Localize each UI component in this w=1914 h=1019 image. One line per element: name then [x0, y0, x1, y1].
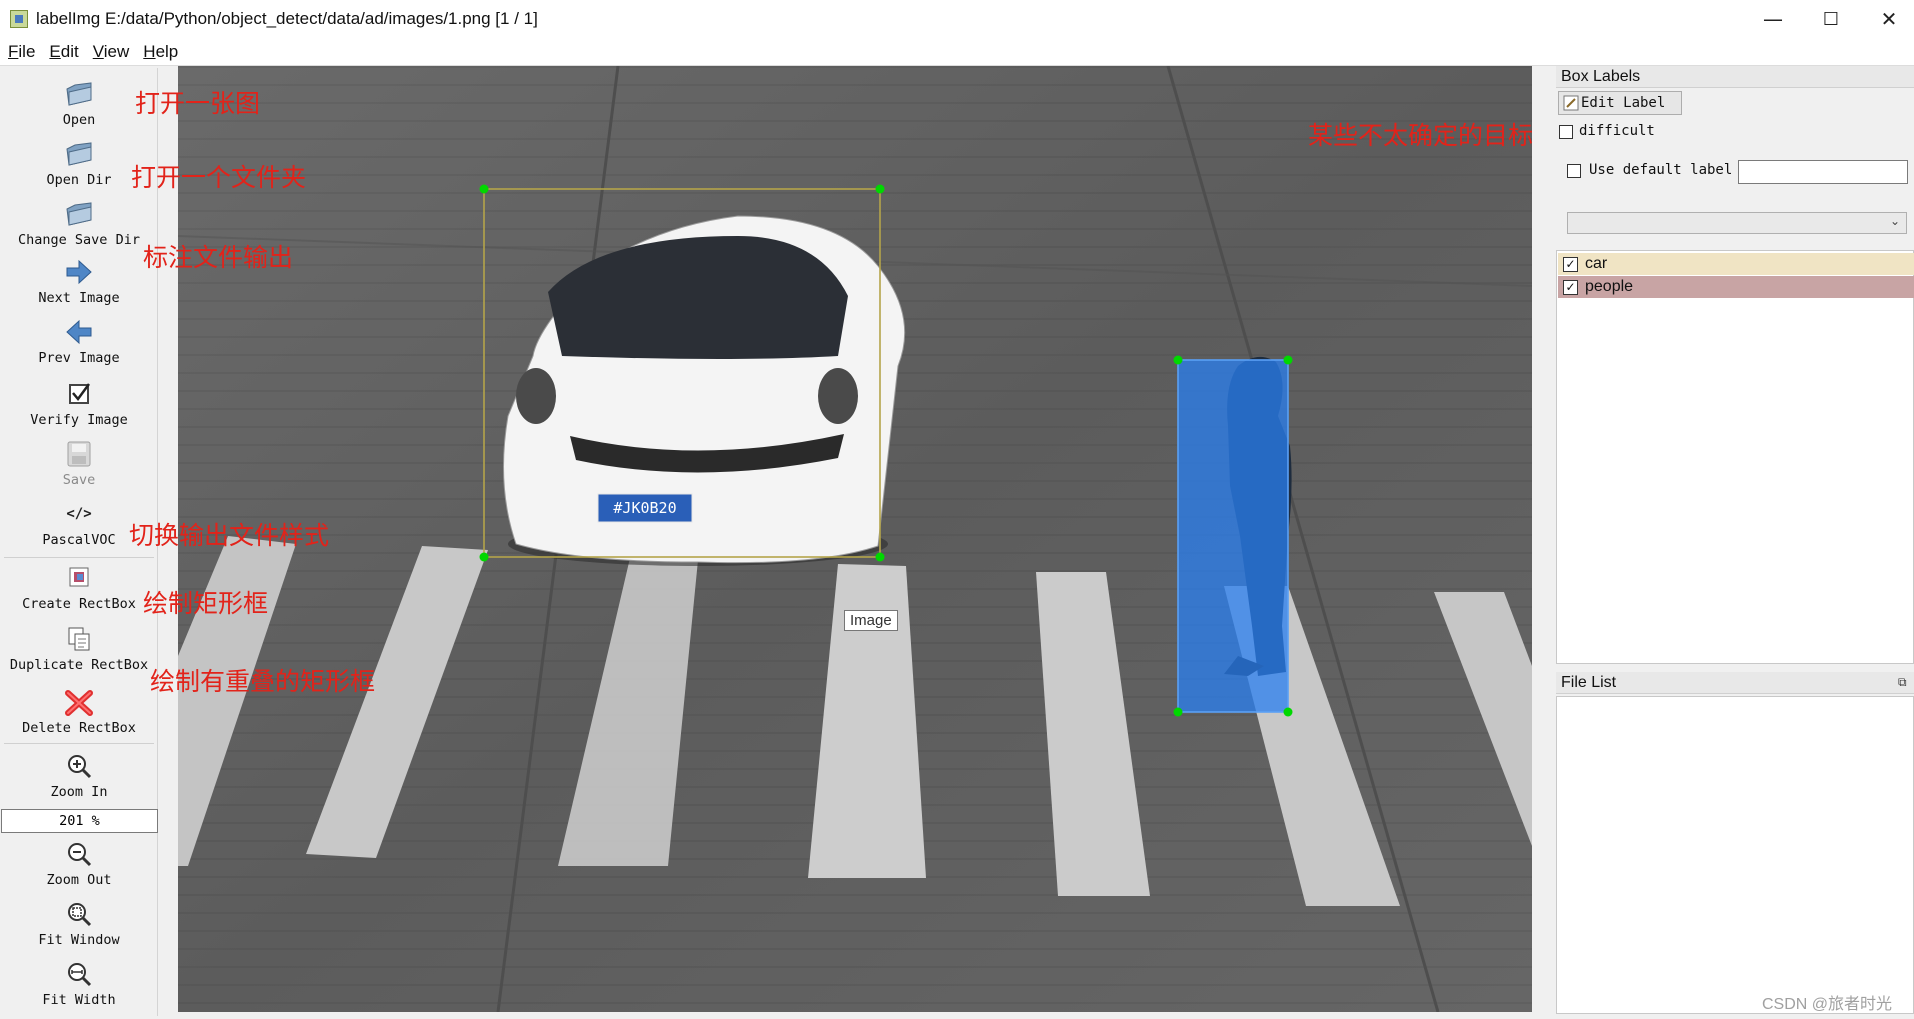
draw-rect-icon	[64, 564, 94, 592]
license-plate: # JK0B20	[613, 499, 677, 517]
arrow-right-icon	[64, 258, 94, 286]
folder-icon	[64, 200, 94, 228]
app-icon	[10, 10, 28, 28]
road-image	[178, 66, 1532, 1012]
undock-icon[interactable]: ⧉	[1898, 675, 1907, 690]
fit-width-icon	[64, 960, 94, 988]
annotation-open: 打开一张图	[135, 89, 261, 118]
annotation-create: 绘制矩形框	[143, 589, 269, 618]
folder-icon	[64, 140, 94, 168]
fit-width-button[interactable]: Fit Width	[0, 954, 158, 1012]
fit-window-button[interactable]: Fit Window	[0, 894, 158, 952]
default-label-input[interactable]	[1738, 160, 1908, 184]
checkbox-icon	[64, 380, 94, 408]
zoom-out-icon	[64, 840, 94, 868]
annotation-format: 切换输出文件样式	[129, 521, 330, 550]
zoom-value-field[interactable]: 201 %	[1, 809, 158, 833]
menu-bar: File Edit View Help	[0, 38, 1914, 66]
difficult-label: difficult	[1579, 123, 1655, 139]
chevron-down-icon: ⌄	[1889, 214, 1900, 228]
delete-rectbox-button[interactable]: Delete RectBox	[0, 682, 158, 740]
zoom-in-button[interactable]: Zoom In	[0, 746, 158, 804]
save-icon	[64, 440, 94, 468]
people-checkbox[interactable]: ✓	[1563, 279, 1578, 295]
title-bar: labelImg E:/data/Python/object_detect/da…	[0, 0, 1914, 38]
duplicate-rectbox-button[interactable]: Duplicate RectBox	[0, 619, 158, 677]
menu-edit[interactable]: Edit	[49, 42, 78, 62]
next-image-button[interactable]: Next Image	[0, 252, 158, 310]
edit-icon	[1563, 95, 1579, 111]
image-tooltip: Image	[844, 610, 898, 631]
zoom-in-icon	[64, 752, 94, 780]
toolbar-divider	[4, 743, 154, 744]
menu-view[interactable]: View	[93, 42, 130, 62]
minimize-button[interactable]: —	[1744, 0, 1802, 38]
delete-icon	[64, 688, 94, 716]
annotation-save-dir: 标注文件输出	[143, 243, 294, 272]
window-title: labelImg E:/data/Python/object_detect/da…	[36, 9, 538, 28]
verify-image-button[interactable]: Verify Image	[0, 374, 158, 432]
save-button[interactable]: Save	[0, 434, 158, 492]
label-combo-box[interactable]: ⌄	[1567, 212, 1907, 234]
prev-image-button[interactable]: Prev Image	[0, 312, 158, 370]
edit-label-button[interactable]: Edit Label	[1558, 91, 1682, 115]
fit-window-icon	[64, 900, 94, 928]
label-list	[1556, 250, 1914, 664]
label-item-car[interactable]: ✓ car	[1558, 253, 1914, 275]
duplicate-icon	[64, 625, 94, 653]
create-rectbox-button[interactable]: Create RectBox	[0, 558, 158, 616]
file-list	[1556, 696, 1914, 1014]
menu-file[interactable]: File	[8, 42, 35, 62]
close-button[interactable]: ✕	[1860, 0, 1914, 38]
change-save-dir-button[interactable]: Change Save Dir	[0, 194, 158, 252]
difficult-checkbox[interactable]	[1559, 125, 1573, 139]
annotation-open-dir: 打开一个文件夹	[131, 163, 307, 192]
watermark: CSDN @旅者时光	[1762, 996, 1893, 1013]
code-icon: </>	[66, 506, 92, 522]
car-checkbox[interactable]: ✓	[1563, 256, 1578, 272]
annotation-duplicate: 绘制有重叠的矩形框	[150, 667, 376, 696]
use-default-label-checkbox[interactable]	[1567, 164, 1581, 178]
label-item-people[interactable]: ✓ people	[1558, 276, 1914, 298]
file-list-title: File List	[1556, 672, 1914, 694]
folder-icon	[64, 80, 94, 108]
image-canvas[interactable]: # JK0B20 Image	[178, 66, 1532, 1012]
arrow-left-icon	[64, 318, 94, 346]
use-default-label-text: Use default label	[1589, 162, 1733, 178]
annotation-difficult: 某些不太确定的目标	[1308, 121, 1534, 150]
box-labels-title: Box Labels	[1556, 66, 1914, 88]
maximize-button[interactable]: ☐	[1802, 0, 1860, 38]
menu-help[interactable]: Help	[143, 42, 178, 62]
zoom-out-button[interactable]: Zoom Out	[0, 834, 158, 892]
